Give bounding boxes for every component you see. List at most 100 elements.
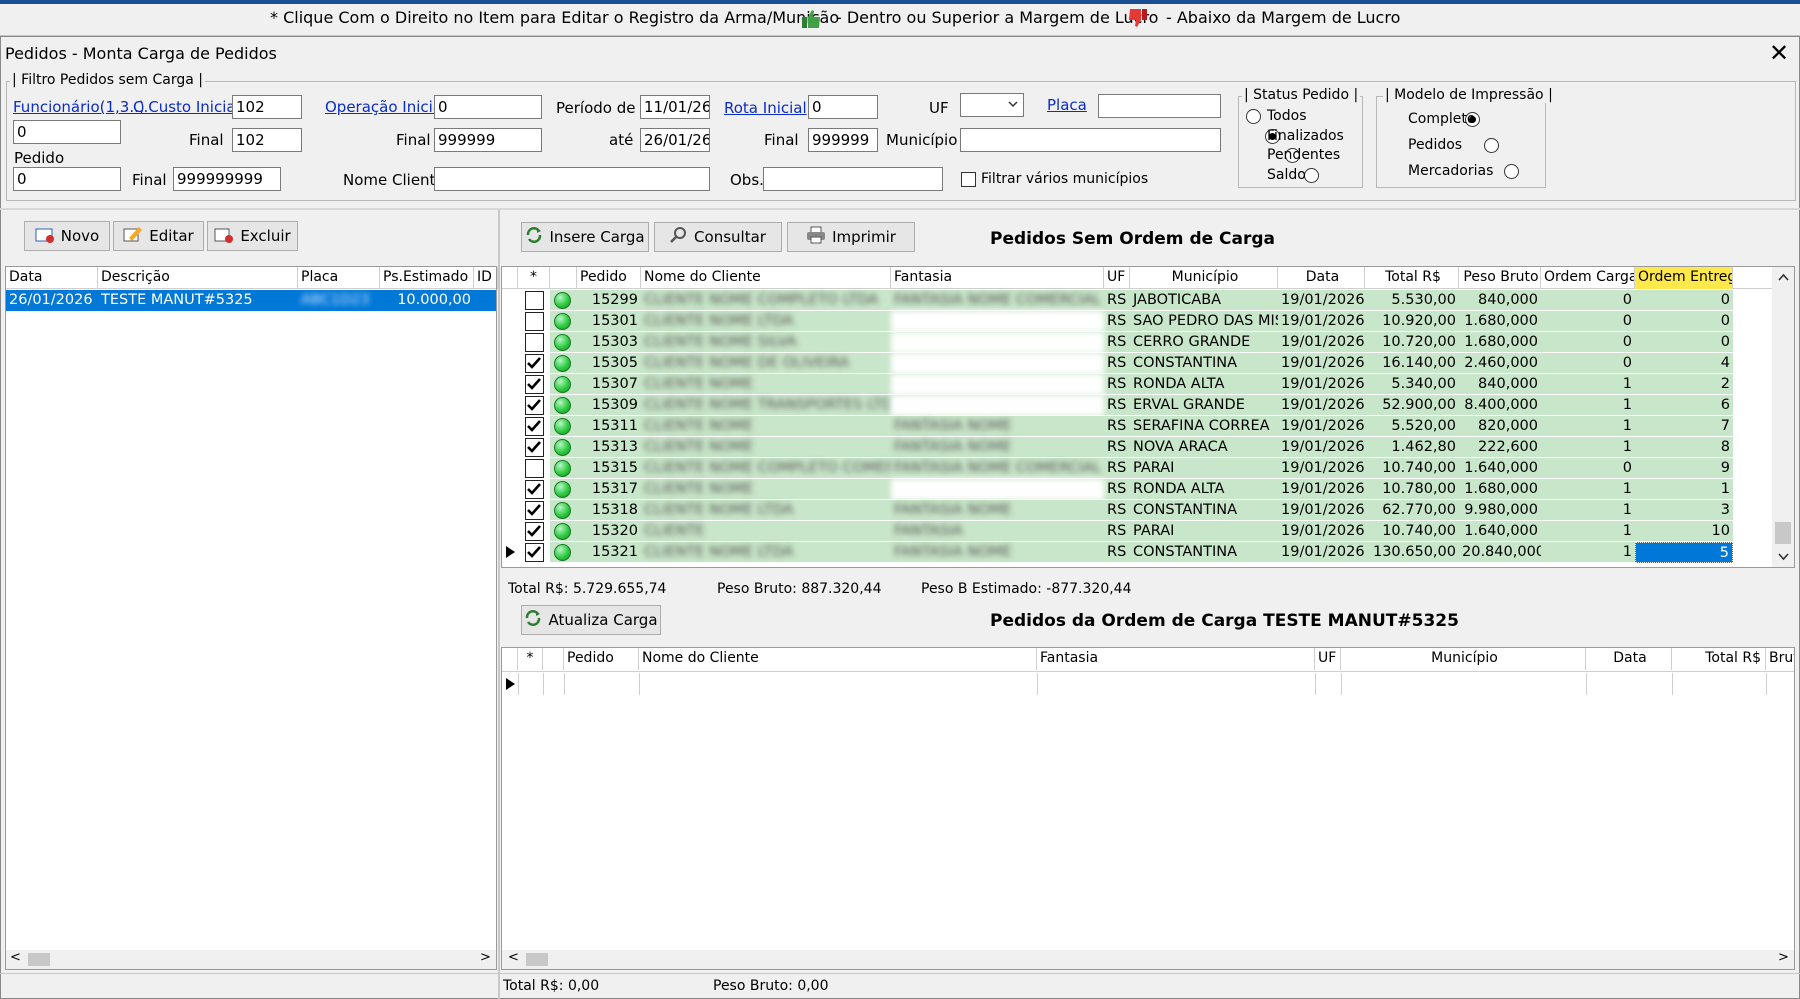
scroll-left-icon[interactable]: < [508,950,519,965]
imprimir-button[interactable]: Imprimir [787,222,915,252]
filtrar-varios-checkbox[interactable] [961,172,976,187]
row-checkbox[interactable] [525,480,544,499]
col-status[interactable] [543,648,564,670]
placa-link[interactable]: Placa [1047,96,1087,114]
table-row[interactable]: 15301 CLIENTE NOME LTDA RS SAO PEDRO DAS MI… [502,311,1771,332]
table-row[interactable]: 15299 CLIENTE NOME COMPLETO LTDA FANTASIA … [502,290,1771,311]
col-ps-estimado[interactable]: Ps.Estimado [380,267,474,289]
col-ordem-carga[interactable]: Ordem Carga [1541,267,1635,289]
operacao-final-input[interactable]: 999999 [434,128,542,152]
col-total[interactable]: Total R$ [1365,267,1459,289]
obs-input[interactable] [763,167,943,191]
table-row[interactable]: 15303 CLIENTE NOME SILVA RS CERRO GRANDE 19/… [502,332,1771,353]
scroll-down-icon[interactable] [1778,553,1789,561]
table-row[interactable]: 15309 CLIENTE NOME TRANSPORTES LTDA RS ERVA… [502,395,1771,416]
rota-final-input[interactable]: 999999 [808,128,878,152]
table-row[interactable]: 15307 CLIENTE NOME RS RONDA ALTA 19/01/2026 5… [502,374,1771,395]
col-nome-cliente[interactable]: Nome do Cliente [639,648,1037,670]
col-data[interactable]: Data [1586,648,1672,670]
col-uf[interactable]: UF [1315,648,1341,670]
col-placa[interactable]: Placa [298,267,380,289]
scroll-thumb[interactable] [28,953,50,966]
table-row[interactable]: 26/01/2026 TESTE MANUT#5325 ABC1D23 10.0… [6,290,496,311]
col-ordem-entrega[interactable]: Ordem Entrega [1635,267,1733,289]
pedidos-vscrollbar[interactable] [1772,267,1794,567]
municipio-input[interactable] [960,128,1221,152]
funcionario-input[interactable]: 0 [13,120,121,144]
col-descricao[interactable]: Descrição [98,267,298,289]
nome-cliente-input[interactable] [434,167,710,191]
col-peso-bruto[interactable]: Bruto [1766,648,1794,670]
scroll-thumb[interactable] [1775,522,1791,544]
col-pedido[interactable]: Pedido [564,648,639,670]
pedido-inicial-input[interactable]: 0 [13,167,121,191]
table-row[interactable]: 15321 CLIENTE NOME LTDA FANTASIA NOME RS CON… [502,542,1771,563]
row-checkbox[interactable] [525,333,544,352]
table-row[interactable]: 15315 CLIENTE NOME COMPLETO COMERCIO LTDA… [502,458,1771,479]
col-peso-bruto[interactable]: Peso Bruto [1459,267,1541,289]
editar-button[interactable]: Editar [113,221,204,251]
ccusto-link[interactable]: C.Custo Inicial [133,98,240,116]
rota-link[interactable]: Rota Inicial [724,99,807,117]
operacao-inicial-input[interactable]: 0 [434,95,542,119]
row-checkbox[interactable] [525,522,544,541]
scroll-thumb[interactable] [526,953,548,966]
table-row[interactable]: 15313 CLIENTE NOME FANTASIA NOME RS NOVA ARA… [502,437,1771,458]
table-row[interactable]: 15305 CLIENTE NOME DE OLIVEIRA RS CONSTANTI… [502,353,1771,374]
consultar-button[interactable]: Consultar [654,222,782,252]
novo-button[interactable]: Novo [24,221,110,251]
funcionario-link[interactable]: Funcionário(1,3..) [13,98,145,116]
table-row[interactable]: 15318 CLIENTE NOME LTDA FANTASIA NOME RS CON… [502,500,1771,521]
row-checkbox[interactable] [525,543,544,562]
col-fantasia[interactable]: Fantasia [891,267,1104,289]
rota-inicial-input[interactable]: 0 [808,95,878,119]
ccusto-inicial-input[interactable]: 102 [232,95,302,119]
ordem-hscrollbar[interactable]: < > [502,950,1794,969]
uf-select[interactable] [960,93,1024,117]
row-checkbox[interactable] [525,417,544,436]
col-fantasia[interactable]: Fantasia [1037,648,1315,670]
scroll-up-icon[interactable] [1778,273,1789,281]
row-checkbox[interactable] [525,354,544,373]
scroll-left-icon[interactable]: < [10,950,21,965]
col-pedido[interactable]: Pedido [577,267,641,289]
col-check[interactable]: * [518,267,550,289]
col-uf[interactable]: UF [1104,267,1130,289]
table-row[interactable]: 15311 CLIENTE NOME FANTASIA NOME RS SERAFINA… [502,416,1771,437]
col-municipio[interactable]: Município [1341,648,1586,670]
col-data[interactable]: Data [6,267,98,289]
left-hscrollbar[interactable]: < > [6,950,496,969]
col-data[interactable]: Data [1278,267,1365,289]
row-checkbox[interactable] [525,312,544,331]
modelo-mercadorias-radio[interactable] [1503,164,1519,179]
close-button[interactable]: ✕ [1766,40,1792,66]
splitter[interactable] [498,210,500,999]
periodo-ate-input[interactable]: 26/01/26 [640,128,710,152]
row-checkbox[interactable] [525,438,544,457]
periodo-de-input[interactable]: 11/01/26 [640,95,710,119]
col-id[interactable]: ID [474,267,498,289]
scroll-right-icon[interactable]: > [480,950,491,965]
placa-input[interactable] [1098,94,1221,118]
row-checkbox[interactable] [525,291,544,310]
insere-carga-button[interactable]: Insere Carga [521,222,649,252]
table-row[interactable]: 15320 CLIENTE FANTASIA RS PARAI 19/01/2026 10.… [502,521,1771,542]
row-checkbox[interactable] [525,459,544,478]
row-checkbox[interactable] [525,501,544,520]
col-total[interactable]: Total R$ [1672,648,1766,670]
col-municipio[interactable]: Município [1130,267,1278,289]
operacao-link[interactable]: Operação Inicial [325,98,446,116]
col-status[interactable] [550,267,577,289]
excluir-button[interactable]: Excluir [207,221,298,251]
col-check[interactable]: * [518,648,543,670]
atualiza-carga-button[interactable]: Atualiza Carga [521,605,661,635]
status-todos-radio[interactable] [1246,109,1261,124]
ccusto-final-input[interactable]: 102 [232,128,302,152]
row-checkbox[interactable] [525,396,544,415]
row-checkbox[interactable] [525,375,544,394]
pedido-final-input[interactable]: 999999999 [173,167,281,191]
col-nome-cliente[interactable]: Nome do Cliente [641,267,891,289]
cell-pedido: 15311 [591,418,638,434]
table-row[interactable]: 15317 CLIENTE NOME RS RONDA ALTA 19/01/2026 1… [502,479,1771,500]
scroll-right-icon[interactable]: > [1778,950,1789,965]
